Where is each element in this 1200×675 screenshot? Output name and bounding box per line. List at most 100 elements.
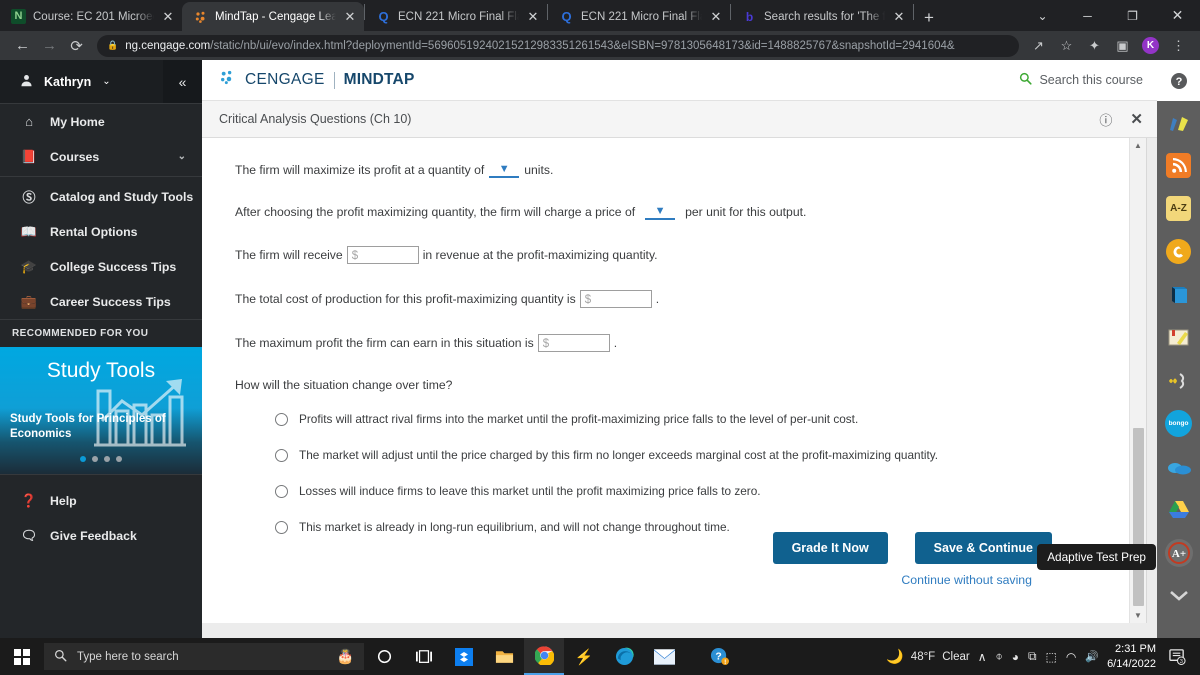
fill-line-pre: The maximum profit the firm can earn in … xyxy=(235,336,534,350)
browser-tab-2[interactable]: Q ECN 221 Micro Final Flashcar ✕ xyxy=(365,2,547,31)
volume-icon[interactable]: 🔊 xyxy=(1085,650,1099,663)
battery-icon[interactable]: ⬚ xyxy=(1046,650,1057,664)
browser-tab-4[interactable]: b Search results for 'The follow ✕ xyxy=(731,2,913,31)
rail-item-dictionary[interactable]: A-Z xyxy=(1157,187,1200,230)
sidebar-item-help[interactable]: ❓ Help xyxy=(0,483,202,518)
browser-tab-0[interactable]: N Course: EC 201 Microeconom ✕ xyxy=(0,2,182,31)
camera-icon[interactable]: ⌽ xyxy=(996,649,1003,664)
sidebar-item-catalog-and-study-tools[interactable]: Ⓢ Catalog and Study Tools xyxy=(0,179,202,214)
wifi-icon[interactable]: ◠ xyxy=(1066,650,1076,664)
radio-button[interactable] xyxy=(275,448,288,462)
option-row-2[interactable]: Losses will induce firms to leave this m… xyxy=(275,484,1109,498)
tab-title: Search results for 'The follow xyxy=(764,10,885,23)
profile-avatar[interactable]: K xyxy=(1138,33,1163,58)
help-icon[interactable]: ?! xyxy=(684,638,754,675)
radio-button[interactable] xyxy=(275,412,288,426)
chrome-icon[interactable] xyxy=(524,638,564,675)
tab-close-icon[interactable]: ✕ xyxy=(343,10,357,23)
rail-item-highlighter[interactable] xyxy=(1157,101,1200,144)
mail-icon[interactable] xyxy=(644,638,684,675)
save-and-continue-button[interactable]: Save & Continue xyxy=(914,531,1052,564)
book-icon: 📕 xyxy=(20,148,38,164)
extensions-icon[interactable]: ✦ xyxy=(1082,33,1107,58)
rail-help-button[interactable]: ? xyxy=(1157,60,1200,101)
study-tools-promo[interactable]: Study Tools Study Tools for Principles o… xyxy=(0,347,202,474)
task-view-icon[interactable] xyxy=(404,638,444,675)
sidebar-item-career-success-tips[interactable]: 💼 Career Success Tips xyxy=(0,284,202,319)
notification-center-button[interactable]: 3 xyxy=(1164,648,1190,665)
carousel-dot[interactable] xyxy=(116,456,122,462)
option-row-1[interactable]: The market will adjust until the price c… xyxy=(275,448,1109,462)
carousel-dot[interactable] xyxy=(80,456,86,462)
option-row-0[interactable]: Profits will attract rival firms into th… xyxy=(275,412,1109,426)
scroll-up-arrow[interactable]: ▲ xyxy=(1130,138,1146,153)
rail-item-bongo[interactable]: bongo xyxy=(1157,402,1200,445)
bookmark-star-icon[interactable]: ☆ xyxy=(1054,33,1079,58)
share-icon[interactable]: ↗ xyxy=(1026,33,1051,58)
sidebar-item-give-feedback[interactable]: 🗨 Give Feedback xyxy=(0,518,202,553)
max-profit-input[interactable]: $ xyxy=(537,334,610,352)
rail-item-onedrive[interactable] xyxy=(1157,445,1200,488)
new-tab-button[interactable]: + xyxy=(924,9,934,26)
promo-carousel-dots[interactable] xyxy=(0,456,202,462)
tab-search-icon[interactable]: ⌄ xyxy=(1020,0,1065,31)
file-explorer-icon[interactable] xyxy=(484,638,524,675)
sync-icon[interactable]: ⧉ xyxy=(1028,649,1037,664)
back-button[interactable]: ← xyxy=(9,32,36,59)
tab-close-icon[interactable]: ✕ xyxy=(161,10,175,23)
nav-footer: ❓ Help 🗨 Give Feedback xyxy=(0,474,202,553)
carousel-dot[interactable] xyxy=(104,456,110,462)
continue-without-saving-link[interactable]: Continue without saving xyxy=(901,573,1032,587)
sidebar-item-my-home[interactable]: ⌂ My Home xyxy=(0,104,202,139)
tab-close-icon[interactable]: ✕ xyxy=(709,10,723,23)
slack-icon[interactable]: ⚡ xyxy=(564,638,604,675)
rail-item-google-drive[interactable] xyxy=(1157,488,1200,531)
price-dropdown[interactable]: ▼ xyxy=(645,204,676,220)
address-bar[interactable]: 🔒 ng.cengage.com/static/nb/ui/evo/index.… xyxy=(97,34,1019,57)
weather-widget[interactable]: 🌙 48°F Clear xyxy=(886,648,969,665)
edge-icon[interactable] xyxy=(604,638,644,675)
rail-item-cengage-unlimited[interactable] xyxy=(1157,230,1200,273)
rail-item-notebook[interactable] xyxy=(1157,316,1200,359)
browser-tab-1[interactable]: MindTap - Cengage Learning ✕ xyxy=(182,2,364,31)
graduation-cap-icon: 🎓 xyxy=(20,258,38,274)
radio-button[interactable] xyxy=(275,520,288,534)
forward-button[interactable]: → xyxy=(36,32,63,59)
cortana-icon[interactable] xyxy=(364,638,404,675)
minimize-button[interactable]: ─ xyxy=(1065,0,1110,31)
carousel-dot[interactable] xyxy=(92,456,98,462)
grade-it-now-button[interactable]: Grade It Now xyxy=(772,531,888,564)
close-icon[interactable]: ✕ xyxy=(1130,110,1143,128)
info-icon[interactable]: ⓘ xyxy=(1099,110,1112,129)
radio-button[interactable] xyxy=(275,484,288,498)
search-course-button[interactable]: Search this course xyxy=(1019,72,1143,88)
collapse-sidebar-button[interactable]: « xyxy=(163,60,202,103)
rail-item-collapse[interactable] xyxy=(1157,574,1200,617)
dropbox-icon[interactable] xyxy=(444,638,484,675)
sidebar-item-courses[interactable]: 📕 Courses ⌄ xyxy=(0,139,202,174)
rail-item-read-aloud[interactable] xyxy=(1157,359,1200,402)
scrollbar-thumb[interactable] xyxy=(1133,428,1144,606)
sidebar-item-college-success-tips[interactable]: 🎓 College Success Tips xyxy=(0,249,202,284)
browser-tab-3[interactable]: Q ECN 221 Micro Final Flashcar ✕ xyxy=(548,2,730,31)
tab-close-icon[interactable]: ✕ xyxy=(892,10,906,23)
chrome-menu-icon[interactable]: ⋮ xyxy=(1166,33,1191,58)
security-icon[interactable]: ◕ xyxy=(1012,650,1019,664)
start-button[interactable] xyxy=(0,638,44,675)
side-panel-icon[interactable]: ▣ xyxy=(1110,33,1135,58)
clock[interactable]: 2:31 PM 6/14/2022 xyxy=(1107,642,1156,672)
show-hidden-icons-chevron[interactable]: ∧ xyxy=(978,650,987,664)
quantity-dropdown[interactable]: ▼ xyxy=(489,162,520,178)
rail-item-rss-feed[interactable] xyxy=(1157,144,1200,187)
rail-item-adaptive-test-prep[interactable]: A+ xyxy=(1157,531,1200,574)
maximize-button[interactable]: ❐ xyxy=(1110,0,1155,31)
revenue-input[interactable]: $ xyxy=(346,246,419,264)
tab-close-icon[interactable]: ✕ xyxy=(526,10,540,23)
reload-button[interactable]: ⟳ xyxy=(63,32,90,59)
scroll-down-arrow[interactable]: ▼ xyxy=(1130,608,1146,623)
rail-item-ebook[interactable] xyxy=(1157,273,1200,316)
close-window-button[interactable]: ✕ xyxy=(1155,0,1200,31)
total-cost-input[interactable]: $ xyxy=(579,290,652,308)
sidebar-item-rental-options[interactable]: 📖 Rental Options xyxy=(0,214,202,249)
taskbar-search[interactable]: Type here to search 🎂 xyxy=(44,643,364,670)
